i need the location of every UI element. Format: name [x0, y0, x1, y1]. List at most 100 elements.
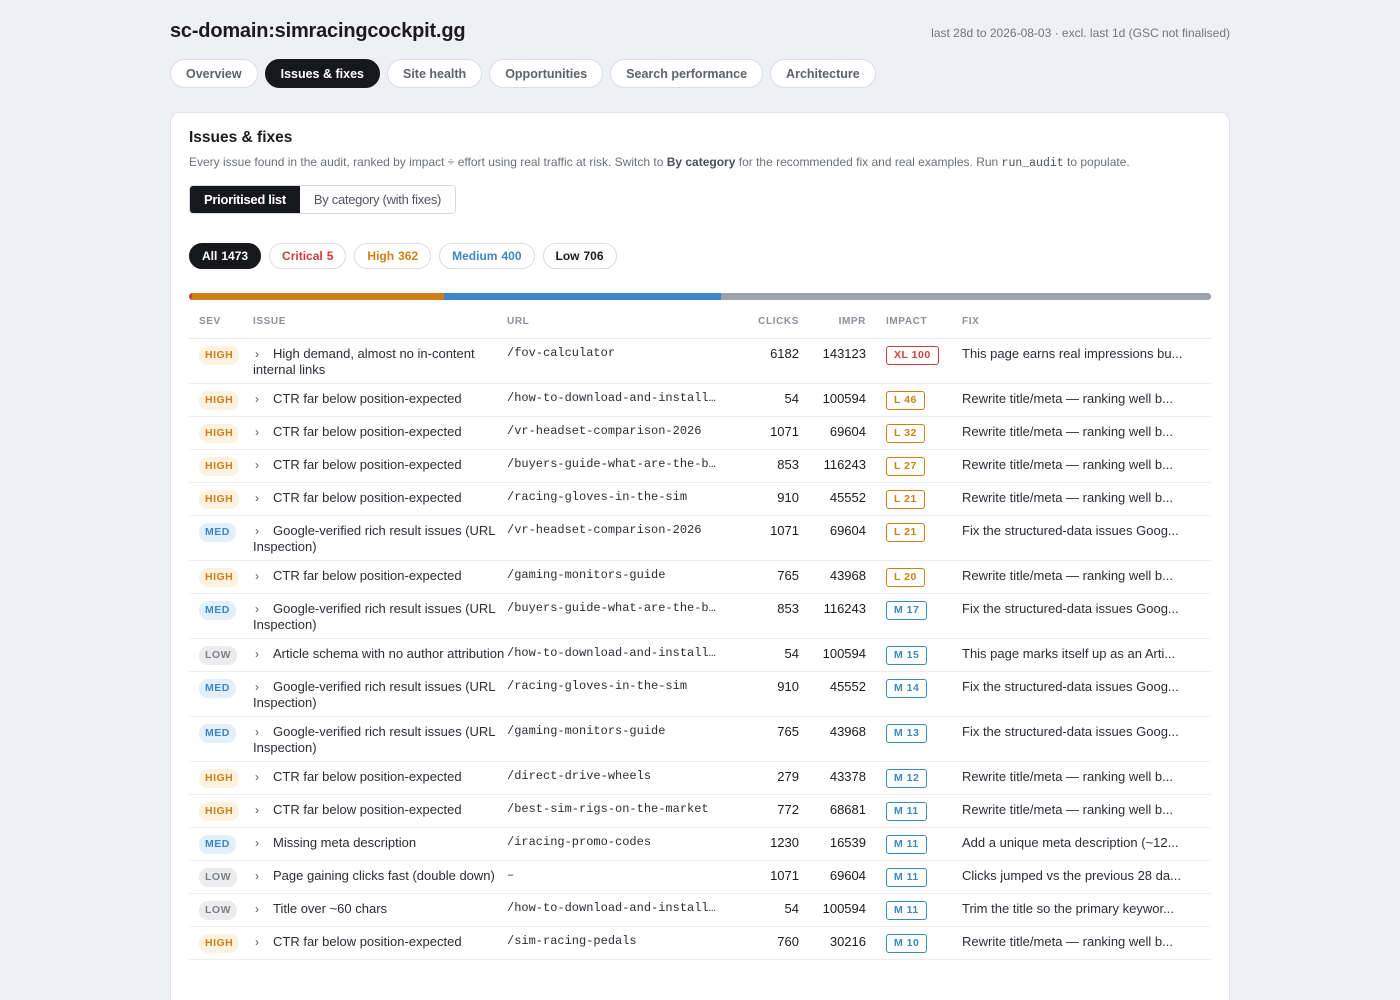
table-row[interactable]: HIGH › CTR far below position-expected/buy…	[189, 449, 1211, 483]
sev-cell: LOW	[189, 893, 253, 927]
chevron-right-icon[interactable]: ›	[255, 935, 268, 950]
view-prioritised-button[interactable]: Prioritised list	[190, 186, 300, 213]
issue-cell[interactable]: › Google-verified rich result issues (URL…	[253, 593, 507, 639]
tab-opportunities[interactable]: Opportunities	[489, 59, 604, 88]
chevron-right-icon[interactable]: ›	[255, 524, 268, 539]
chevron-right-icon[interactable]: ›	[255, 347, 268, 362]
clicks-cell: 1071	[729, 515, 799, 561]
chevron-right-icon[interactable]: ›	[255, 725, 268, 740]
issue-text: CTR far below position-expected	[273, 390, 462, 406]
impact-cell: M 17	[866, 593, 962, 639]
chevron-right-icon[interactable]: ›	[255, 803, 268, 818]
filter-critical[interactable]: Critical 5	[269, 243, 347, 269]
table-row[interactable]: HIGH › CTR far below position-expected/dir…	[189, 761, 1211, 795]
issue-cell[interactable]: › CTR far below position-expected	[253, 449, 507, 483]
filter-low[interactable]: Low 706	[542, 243, 617, 269]
fix-cell: Rewrite title/meta — ranking well b...	[962, 926, 1211, 960]
chevron-right-icon[interactable]: ›	[255, 458, 268, 473]
issue-cell[interactable]: › High demand, almost no in-content inter…	[253, 338, 507, 384]
table-row[interactable]: MED › Missing meta description/iracing-pro…	[189, 827, 1211, 861]
chevron-right-icon[interactable]: ›	[255, 836, 268, 851]
issue-text: Google-verified rich result issues (URL …	[253, 723, 496, 755]
chevron-right-icon[interactable]: ›	[255, 770, 268, 785]
issue-cell[interactable]: › Article schema with no author attributi…	[253, 638, 507, 672]
chevron-right-icon[interactable]: ›	[255, 425, 268, 440]
col-url[interactable]: URL	[507, 310, 729, 339]
issue-cell[interactable]: › CTR far below position-expected	[253, 761, 507, 795]
chevron-right-icon[interactable]: ›	[255, 491, 268, 506]
table-row[interactable]: LOW › Page gaining clicks fast (double dow…	[189, 860, 1211, 894]
tab-site-health[interactable]: Site health	[386, 59, 483, 88]
severity-badge: HIGH	[199, 390, 240, 410]
chevron-right-icon[interactable]: ›	[255, 869, 268, 884]
table-row[interactable]: LOW › Article schema with no author attrib…	[189, 638, 1211, 672]
issue-cell[interactable]: › Missing meta description	[253, 827, 507, 861]
issue-cell[interactable]: › Google-verified rich result issues (URL…	[253, 716, 507, 762]
filter-all[interactable]: All 1473	[189, 243, 262, 269]
issue-text: CTR far below position-expected	[273, 423, 462, 439]
url-cell: –	[507, 860, 729, 894]
table-row[interactable]: MED › Google-verified rich result issues (…	[189, 515, 1211, 561]
impact-cell: L 46	[866, 383, 962, 417]
filter-medium[interactable]: Medium 400	[439, 243, 535, 269]
url-cell: /buyers-guide-what-are-the-be…	[507, 593, 729, 639]
impact-badge: M 15	[886, 645, 928, 665]
issue-cell[interactable]: › CTR far below position-expected	[253, 383, 507, 417]
table-row[interactable]: MED › Google-verified rich result issues (…	[189, 593, 1211, 639]
table-row[interactable]: LOW › Title over ~60 chars/how-to-download…	[189, 893, 1211, 927]
issue-text: Google-verified rich result issues (URL …	[253, 522, 496, 554]
col-impact[interactable]: IMPACT	[866, 310, 962, 339]
table-row[interactable]: MED › Google-verified rich result issues (…	[189, 671, 1211, 717]
impact-badge: L 46	[886, 390, 925, 410]
chevron-right-icon[interactable]: ›	[255, 602, 268, 617]
chevron-right-icon[interactable]: ›	[255, 647, 268, 662]
view-by-category-button[interactable]: By category (with fixes)	[299, 186, 456, 213]
fix-cell: Rewrite title/meta — ranking well b...	[962, 794, 1211, 828]
filter-high[interactable]: High 362	[354, 243, 432, 269]
table-row[interactable]: HIGH › CTR far below position-expected/sim…	[189, 926, 1211, 960]
impact-cell: L 20	[866, 560, 962, 594]
col-impr[interactable]: IMPR	[799, 310, 866, 339]
issue-cell[interactable]: › Title over ~60 chars	[253, 893, 507, 927]
chevron-right-icon[interactable]: ›	[255, 902, 268, 917]
table-row[interactable]: HIGH › CTR far below position-expected/gam…	[189, 560, 1211, 594]
issue-cell[interactable]: › CTR far below position-expected	[253, 482, 507, 516]
table-row[interactable]: HIGH › CTR far below position-expected/bes…	[189, 794, 1211, 828]
tab-overview[interactable]: Overview	[170, 59, 258, 88]
table-row[interactable]: HIGH › CTR far below position-expected/rac…	[189, 482, 1211, 516]
chevron-right-icon[interactable]: ›	[255, 569, 268, 584]
tab-issues-fixes[interactable]: Issues & fixes	[264, 59, 380, 88]
tab-architecture[interactable]: Architecture	[770, 59, 876, 88]
issue-cell[interactable]: › Google-verified rich result issues (URL…	[253, 671, 507, 717]
card-title: Issues & fixes	[189, 129, 293, 146]
issue-cell[interactable]: › CTR far below position-expected	[253, 926, 507, 960]
impact-cell: M 13	[866, 716, 962, 762]
sev-cell: HIGH	[189, 761, 253, 795]
chevron-right-icon[interactable]: ›	[255, 392, 268, 407]
issue-cell[interactable]: › Page gaining clicks fast (double down)	[253, 860, 507, 894]
col-issue[interactable]: ISSUE	[253, 310, 507, 339]
table-row[interactable]: MED › Google-verified rich result issues (…	[189, 716, 1211, 762]
severity-badge: LOW	[199, 900, 237, 920]
col-fix[interactable]: FIX	[962, 310, 1211, 339]
table-row[interactable]: HIGH › CTR far below position-expected/how…	[189, 383, 1211, 417]
severity-distribution-bar	[189, 293, 1211, 300]
issue-cell[interactable]: › Google-verified rich result issues (URL…	[253, 515, 507, 561]
table-row[interactable]: HIGH › High demand, almost no in-content i…	[189, 338, 1211, 384]
impact-badge: L 21	[886, 522, 925, 542]
desc-bold: By category	[666, 155, 736, 169]
impr-cell: 43378	[799, 761, 866, 795]
fix-cell: This page marks itself up as an Arti...	[962, 638, 1211, 672]
chevron-right-icon[interactable]: ›	[255, 680, 268, 695]
impr-cell: 69604	[799, 416, 866, 450]
col-sev[interactable]: SEV	[189, 310, 253, 339]
tab-search-performance[interactable]: Search performance	[610, 59, 764, 88]
sev-cell: HIGH	[189, 338, 253, 384]
issue-cell[interactable]: › CTR far below position-expected	[253, 416, 507, 450]
fix-cell: Rewrite title/meta — ranking well b...	[962, 560, 1211, 594]
issue-cell[interactable]: › CTR far below position-expected	[253, 560, 507, 594]
issue-cell[interactable]: › CTR far below position-expected	[253, 794, 507, 828]
col-clicks[interactable]: CLICKS	[729, 310, 799, 339]
impact-badge: M 11	[886, 834, 927, 854]
table-row[interactable]: HIGH › CTR far below position-expected/vr-…	[189, 416, 1211, 450]
